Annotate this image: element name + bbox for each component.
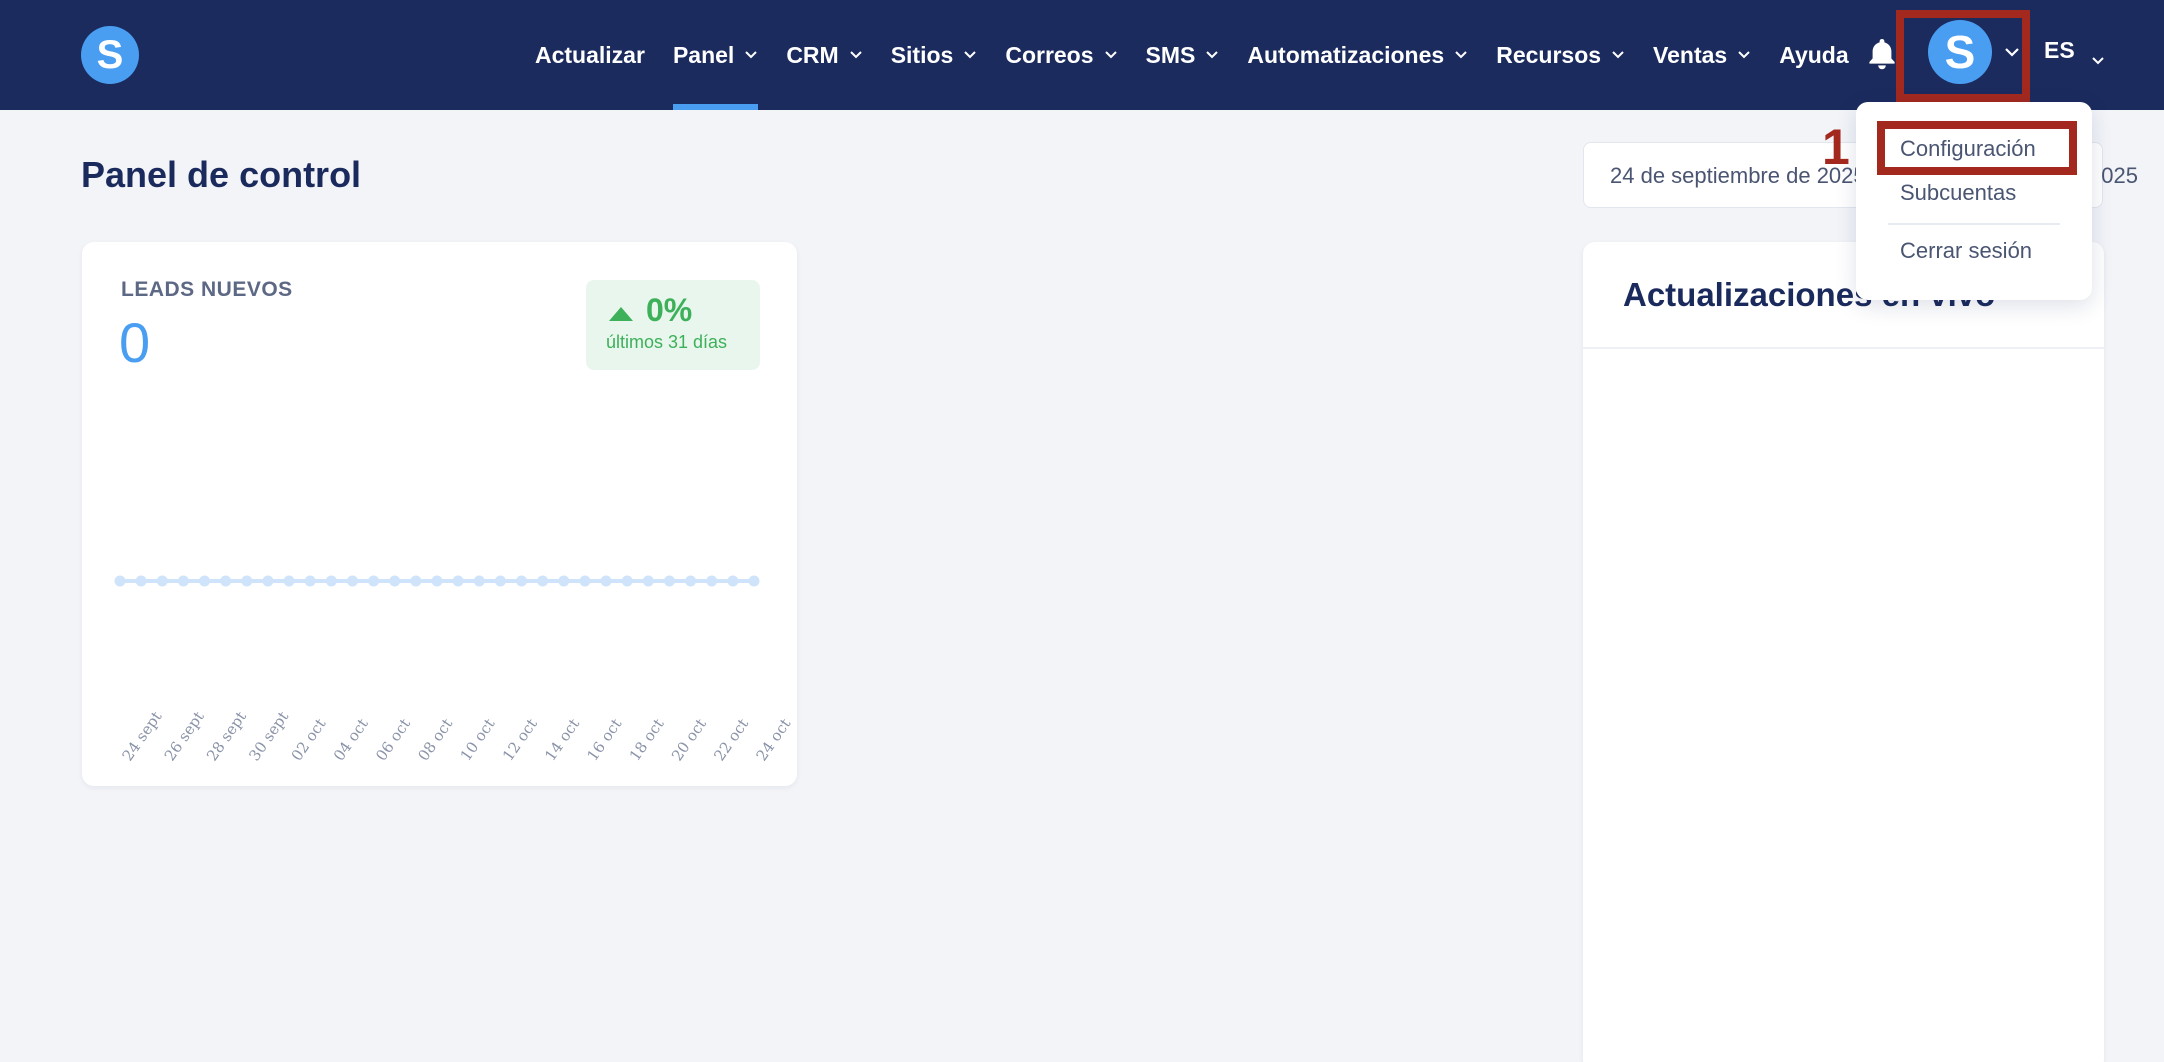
nav-item-ventas[interactable]: Ventas [1653, 0, 1751, 110]
x-tick-label: 12 oct [499, 715, 541, 764]
nav-item-label: CRM [786, 41, 839, 68]
data-point[interactable] [156, 575, 168, 587]
x-tick-label: 08 oct [414, 715, 456, 764]
nav-item-label: Automatizaciones [1247, 41, 1445, 68]
data-point[interactable] [452, 575, 464, 587]
chevron-down-icon [1454, 50, 1468, 60]
chevron-down-icon [744, 50, 758, 60]
nav-item-label: Sitios [890, 41, 954, 68]
data-point[interactable] [663, 575, 675, 587]
data-point[interactable] [389, 575, 401, 587]
nav-item-sms[interactable]: SMS [1146, 0, 1220, 110]
page-title: Panel de control [81, 154, 362, 195]
nav-item-actualizar[interactable]: Actualizar [535, 0, 645, 110]
data-point[interactable] [325, 575, 337, 587]
x-tick-label: 10 oct [457, 715, 499, 764]
nav-item-label: Correos [1005, 41, 1094, 68]
data-point[interactable] [642, 575, 654, 587]
data-point[interactable] [262, 575, 274, 587]
x-tick-label: 18 oct [626, 715, 668, 764]
data-point[interactable] [706, 575, 718, 587]
live-updates-card: Actualizaciones en vivo [1583, 242, 2104, 1062]
x-tick-label: 28 sept [203, 708, 250, 764]
data-point[interactable] [558, 575, 570, 587]
divider [1583, 347, 2104, 349]
x-tick-label: 20 oct [668, 715, 710, 764]
chevron-down-icon [1104, 50, 1118, 60]
data-point[interactable] [579, 575, 591, 587]
nav-item-label: SMS [1145, 41, 1196, 68]
data-point[interactable] [727, 575, 739, 587]
language-selector[interactable]: ES [2044, 0, 2105, 100]
nav-item-label: Ayuda [1779, 41, 1849, 68]
app-logo[interactable]: S [81, 26, 139, 84]
data-point[interactable] [368, 575, 380, 587]
x-tick-label: 06 oct [372, 715, 414, 764]
data-point[interactable] [516, 575, 528, 587]
nav-item-correos[interactable]: Correos [1005, 0, 1117, 110]
data-point[interactable] [537, 575, 549, 587]
data-point[interactable] [473, 575, 485, 587]
x-tick-label: 04 oct [330, 715, 372, 764]
data-point[interactable] [621, 575, 633, 587]
nav-item-sitios[interactable]: Sitios [891, 0, 978, 110]
configuracion-highlight-annotation [1877, 121, 2077, 175]
nav-item-panel[interactable]: Panel [672, 0, 759, 110]
data-point[interactable] [685, 575, 697, 587]
data-point[interactable] [431, 575, 443, 587]
menu-item-subcuentas[interactable]: Subcuentas [1900, 180, 2016, 206]
avatar-highlight-annotation [1896, 10, 2030, 102]
nav-item-label: Recursos [1496, 41, 1602, 68]
chevron-down-icon [1205, 50, 1219, 60]
data-point[interactable] [283, 575, 295, 587]
data-point[interactable] [220, 575, 232, 587]
data-point[interactable] [304, 575, 316, 587]
data-point[interactable] [241, 575, 253, 587]
data-point[interactable] [748, 575, 760, 587]
menu-item-cerrar-sesion[interactable]: Cerrar sesión [1900, 238, 2032, 264]
nav-item-crm[interactable]: CRM [786, 0, 862, 110]
chevron-down-icon [1737, 50, 1751, 60]
data-point[interactable] [135, 575, 147, 587]
chevron-down-icon [849, 50, 863, 60]
step-number-annotation: 1 [1822, 119, 1850, 175]
data-point[interactable] [346, 575, 358, 587]
menu-divider [1888, 223, 2060, 225]
x-tick-label: 22 oct [710, 715, 752, 764]
x-tick-label: 24 oct [753, 715, 795, 764]
x-tick-label: 16 oct [583, 715, 625, 764]
bell-icon[interactable] [1867, 37, 1897, 71]
nav-item-label: Panel [672, 41, 735, 68]
nav-item-ayuda[interactable]: Ayuda [1779, 0, 1848, 110]
nav-item-automatizaciones[interactable]: Automatizaciones [1247, 0, 1468, 110]
nav-item-label: Actualizar [535, 41, 645, 68]
data-point[interactable] [600, 575, 612, 587]
chevron-down-icon [2091, 45, 2105, 65]
logo-letter: S [96, 33, 124, 77]
data-point[interactable] [410, 575, 422, 587]
leads-line-chart: 24 sept26 sept28 sept30 sept02 oct 04 oct… [114, 575, 795, 764]
x-tick-label: 02 oct [288, 715, 330, 764]
data-point[interactable] [494, 575, 506, 587]
x-tick-label: 26 sept [161, 708, 208, 764]
language-label: ES [2044, 36, 2075, 63]
data-point[interactable] [177, 575, 189, 587]
main-nav: Actualizar Panel CRM Sitios Correos SMS Automa… [535, 0, 1877, 110]
x-tick-label: 24 sept [119, 708, 166, 764]
x-tick-label: 14 oct [541, 715, 583, 764]
nav-item-recursos[interactable]: Recursos [1496, 0, 1625, 110]
data-point[interactable] [114, 575, 126, 587]
x-tick-label: 30 sept [245, 708, 292, 764]
leads-card: LEADS NUEVOS 0 0% últimos 31 días 24 sep… [82, 242, 797, 786]
top-navbar: S Actualizar Panel CRM Sitios Correos SMS Auto… [0, 0, 2164, 110]
nav-item-label: Ventas [1653, 41, 1728, 68]
chevron-down-icon [963, 50, 977, 60]
chevron-down-icon [1611, 50, 1625, 60]
date-end: 025 [2101, 163, 2138, 188]
data-point[interactable] [199, 575, 211, 587]
